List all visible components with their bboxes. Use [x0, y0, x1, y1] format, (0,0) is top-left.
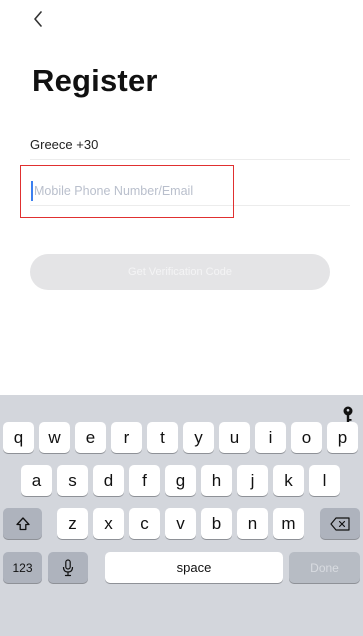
key-t[interactable]: t	[147, 422, 178, 453]
phone-email-field-highlight	[20, 165, 234, 218]
key-u[interactable]: u	[219, 422, 250, 453]
key-x[interactable]: x	[93, 508, 124, 539]
key-h[interactable]: h	[201, 465, 232, 496]
key-c[interactable]: c	[129, 508, 160, 539]
key-o[interactable]: o	[291, 422, 322, 453]
key-i[interactable]: i	[255, 422, 286, 453]
key-d[interactable]: d	[93, 465, 124, 496]
numbers-key[interactable]: 123	[3, 552, 42, 583]
register-screen: Register Greece +30 Get Verification Cod…	[0, 0, 363, 636]
dictation-key[interactable]	[48, 552, 88, 583]
key-y[interactable]: y	[183, 422, 214, 453]
key-r[interactable]: r	[111, 422, 142, 453]
country-divider	[30, 159, 350, 160]
key-z[interactable]: z	[57, 508, 88, 539]
verify-button-label: Get Verification Code	[128, 266, 232, 278]
done-key[interactable]: Done	[289, 552, 360, 583]
shift-icon	[15, 516, 30, 530]
key-j[interactable]: j	[237, 465, 268, 496]
on-screen-keyboard: q w e r t y u i o p a s d f g h j k l z …	[0, 395, 363, 636]
key-k[interactable]: k	[273, 465, 304, 496]
shift-key[interactable]	[3, 508, 42, 539]
phone-email-input[interactable]	[31, 181, 234, 201]
key-n[interactable]: n	[237, 508, 268, 539]
backspace-icon	[330, 516, 350, 531]
microphone-icon	[62, 558, 74, 576]
key-p[interactable]: p	[327, 422, 358, 453]
key-g[interactable]: g	[165, 465, 196, 496]
key-v[interactable]: v	[165, 508, 196, 539]
space-key[interactable]: space	[105, 552, 283, 583]
key-s[interactable]: s	[57, 465, 88, 496]
key-w[interactable]: w	[39, 422, 70, 453]
key-e[interactable]: e	[75, 422, 106, 453]
page-title: Register	[32, 63, 158, 98]
key-b[interactable]: b	[201, 508, 232, 539]
country-code-label: Greece +30	[30, 137, 99, 152]
delete-key[interactable]	[320, 508, 360, 539]
text-caret	[31, 181, 33, 201]
key-a[interactable]: a	[21, 465, 52, 496]
key-q[interactable]: q	[3, 422, 34, 453]
get-verification-code-button[interactable]: Get Verification Code	[30, 254, 330, 290]
chevron-left-icon	[34, 11, 42, 27]
key-m[interactable]: m	[273, 508, 304, 539]
key-f[interactable]: f	[129, 465, 160, 496]
key-l[interactable]: l	[309, 465, 340, 496]
back-button[interactable]	[28, 8, 48, 30]
